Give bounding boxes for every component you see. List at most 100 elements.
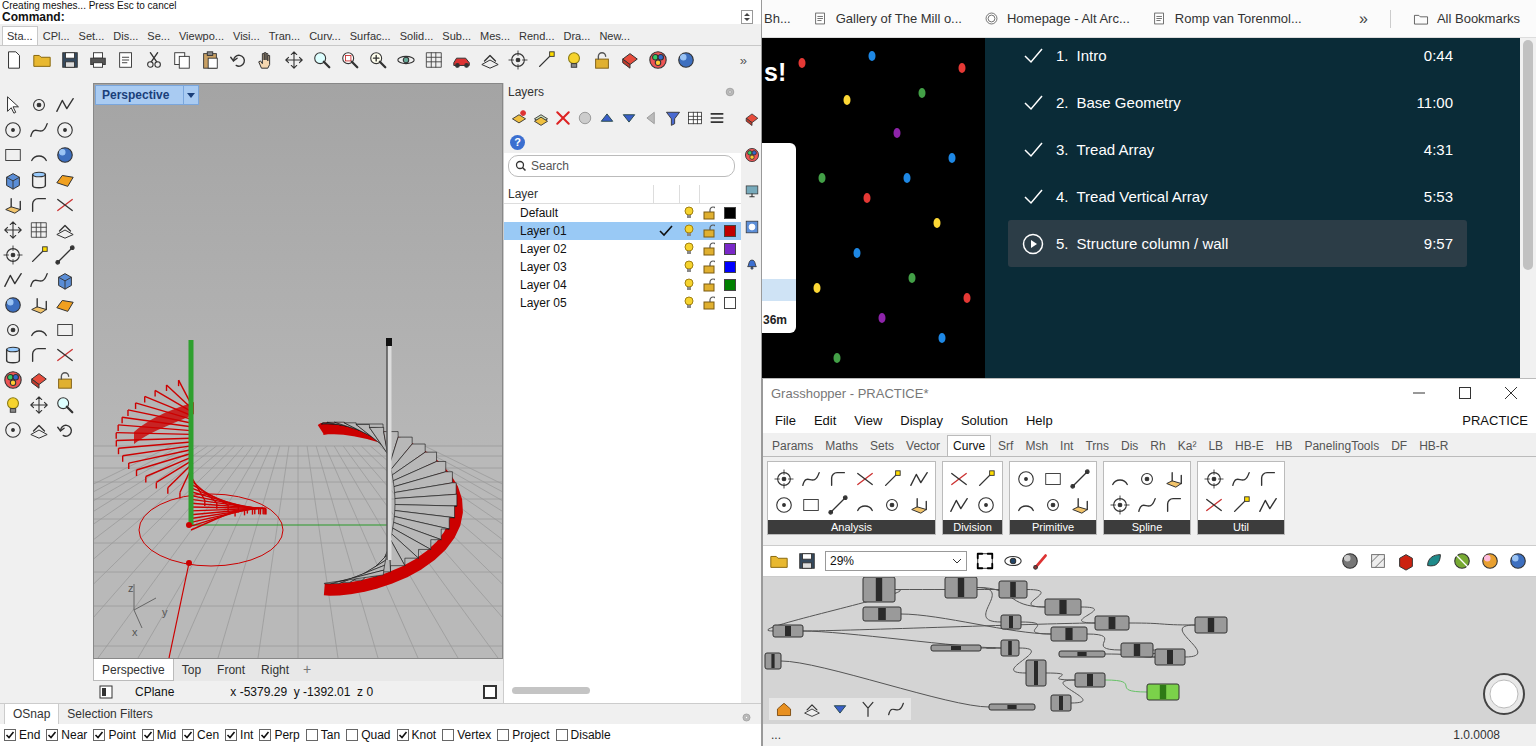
arc-component-icon[interactable] [855,495,875,515]
zoom-dropdown[interactable]: 29% [825,551,967,571]
gh-component[interactable] [945,577,977,598]
arc-icon[interactable] [29,320,49,340]
circle-component-icon[interactable] [976,495,996,515]
checkbox-icon[interactable] [225,729,237,741]
polyline-component-icon[interactable] [909,469,929,489]
toolbar-tab[interactable]: Dis... [109,27,142,45]
lock-icon[interactable] [55,370,75,390]
materials-icon[interactable] [744,111,760,127]
blue-sphere-icon[interactable] [1508,551,1528,571]
visibility-bulb-icon[interactable] [683,278,695,292]
page-icon[interactable] [1152,11,1167,26]
osnap-checkbox[interactable]: Knot [397,728,437,742]
polyline-component-icon[interactable] [1258,495,1278,515]
target-icon[interactable] [508,50,528,70]
menu-item[interactable]: View [854,413,882,428]
layer-row[interactable]: Layer 01 [504,222,741,240]
grid-icon[interactable] [29,220,49,240]
toolbar-tab[interactable]: Viewpo... [175,27,228,45]
lock-icon[interactable] [592,50,612,70]
delete-icon[interactable] [554,109,572,127]
component-tab[interactable]: Sets [865,436,899,456]
save-icon[interactable] [797,551,817,571]
curve-component-icon[interactable] [1137,495,1157,515]
gh-component[interactable] [1051,695,1071,711]
toolbar-tab[interactable]: Set... [75,27,109,45]
line-component-icon[interactable] [828,495,848,515]
component-tab[interactable]: HB-E [1230,436,1269,456]
layer-color-swatch[interactable] [724,261,736,273]
osnap-checkbox[interactable]: Project [497,728,549,742]
save-icon[interactable] [60,50,80,70]
lesson-row[interactable]: 3.Tread Array4:31 [1008,126,1467,173]
circle-icon[interactable] [3,420,23,440]
panel-icon[interactable] [99,685,113,699]
toolbar-tab[interactable]: Sta... [2,26,38,45]
open-icon[interactable] [32,50,52,70]
help-button[interactable]: ? [510,135,525,150]
trim-component-icon[interactable] [1204,495,1224,515]
arc-icon[interactable] [29,145,49,165]
layout-icon[interactable] [55,220,75,240]
gh-component[interactable] [989,704,1035,710]
curve-icon[interactable] [887,700,905,718]
osnap-checkbox[interactable]: Tan [306,728,340,742]
osnap-checkbox[interactable]: Vertex [442,728,491,742]
rect-icon[interactable] [55,320,75,340]
zoom-extents-icon[interactable] [368,50,388,70]
notification-icon[interactable] [744,255,760,271]
snap-component-icon[interactable] [1231,495,1251,515]
checkbox-icon[interactable] [306,729,318,741]
component-tab[interactable]: Rh [1145,436,1170,456]
group-label[interactable]: Spline [1104,520,1190,534]
sphere-icon[interactable] [55,145,75,165]
paste-icon[interactable] [200,50,220,70]
group-label[interactable]: Division [943,520,1002,534]
folder-icon[interactable] [1413,11,1429,27]
move-icon[interactable] [29,395,49,415]
checkbox-icon[interactable] [93,729,105,741]
target-component-icon[interactable] [1110,495,1130,515]
gh-component[interactable] [1051,627,1087,641]
table-icon[interactable] [686,109,704,127]
group-label[interactable]: Primitive [1010,520,1096,534]
perspective-viewport[interactable]: zyxPerspective [93,83,503,659]
trim-component-icon[interactable] [949,469,969,489]
osnap-checkbox[interactable]: Disable [556,728,611,742]
polyline-component-icon[interactable] [949,495,969,515]
checkbox-icon[interactable] [182,729,194,741]
toolbar-tab[interactable]: Rend... [515,27,558,45]
layer-row[interactable]: Layer 05 [504,294,741,312]
bookmark[interactable]: Gallery of The Mill o... [813,11,962,26]
maximize-icon[interactable] [483,685,497,699]
point-icon[interactable] [3,320,23,340]
gh-component[interactable] [999,581,1027,598]
car-icon[interactable] [452,50,472,70]
settings-gear-icon[interactable] [723,85,737,99]
circle-component-icon[interactable] [1016,469,1036,489]
palette-icon[interactable] [3,370,23,390]
viewport-tab[interactable]: Perspective [93,659,174,681]
extrude-component-icon[interactable] [1070,495,1090,515]
sphere-icon[interactable] [676,50,696,70]
lock-icon[interactable] [703,224,715,238]
add-viewport-button[interactable]: + [297,659,317,681]
curve-icon[interactable] [29,270,49,290]
layer-row[interactable]: Layer 03 [504,258,741,276]
toolbar-tab[interactable]: Se... [143,27,174,45]
line-icon[interactable] [55,245,75,265]
cut-icon[interactable] [144,50,164,70]
lock-icon[interactable] [703,278,715,292]
wordpress-icon[interactable] [984,11,999,26]
gh-component[interactable] [863,577,895,602]
gh-component[interactable] [765,653,781,669]
undo-icon[interactable] [228,50,248,70]
toolbar-tab[interactable]: CPl... [39,27,74,45]
component-tab[interactable]: LB [1203,436,1228,456]
cylinder-icon[interactable] [3,345,23,365]
fillet-component-icon[interactable] [828,469,848,489]
filter-icon[interactable] [664,109,682,127]
layer-color-swatch[interactable] [724,243,736,255]
move-view-icon[interactable] [284,50,304,70]
bulb-icon[interactable] [564,50,584,70]
